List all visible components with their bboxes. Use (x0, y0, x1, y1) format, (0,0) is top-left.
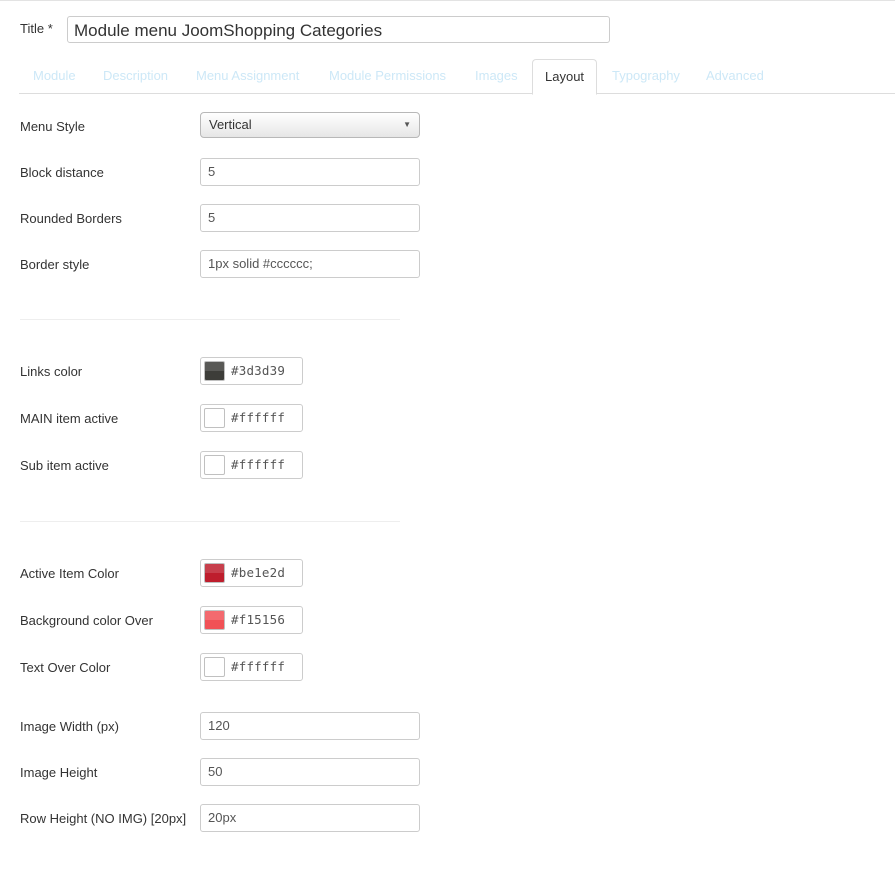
main-item-active-label: MAIN item active (20, 411, 119, 426)
divider (20, 521, 400, 522)
links-color-picker[interactable]: #3d3d39 (200, 357, 303, 385)
color-swatch[interactable] (204, 657, 225, 677)
menu-style-value: Vertical (209, 117, 252, 132)
color-swatch[interactable] (204, 455, 225, 475)
image-height-label: Image Height (20, 765, 98, 780)
image-width-label: Image Width (px) (20, 719, 119, 734)
color-swatch[interactable] (204, 563, 225, 583)
main-item-active-picker[interactable]: #ffffff (200, 404, 303, 432)
block-distance-label: Block distance (20, 165, 104, 180)
color-value: #ffffff (231, 410, 286, 425)
menu-style-label: Menu Style (20, 119, 86, 134)
tab-module[interactable]: Module (19, 59, 90, 94)
color-value: #f15156 (231, 612, 286, 627)
row-height-label: Row Height (NO IMG) [20px] (20, 811, 187, 826)
rounded-borders-label: Rounded Borders (20, 211, 122, 226)
menu-style-select[interactable]: Vertical ▼ (200, 112, 420, 138)
title-input[interactable]: Module menu JoomShopping Categories (67, 16, 610, 43)
caret-down-icon: ▼ (403, 120, 411, 129)
color-swatch[interactable] (204, 408, 225, 428)
block-distance-input[interactable]: 5 (200, 158, 420, 186)
active-item-color-picker[interactable]: #be1e2d (200, 559, 303, 587)
background-color-over-label: Background color Over (20, 613, 153, 628)
color-value: #be1e2d (231, 565, 286, 580)
color-value: #3d3d39 (231, 363, 286, 378)
rounded-borders-input[interactable]: 5 (200, 204, 420, 232)
image-height-input[interactable]: 50 (200, 758, 420, 786)
color-value: #ffffff (231, 659, 286, 674)
tab-advanced[interactable]: Advanced (692, 59, 778, 94)
tab-typography[interactable]: Typography (598, 59, 694, 94)
tab-module-permissions[interactable]: Module Permissions (315, 59, 460, 94)
border-style-label: Border style (20, 257, 90, 272)
tab-layout[interactable]: Layout (532, 59, 598, 95)
tab-description[interactable]: Description (89, 59, 182, 94)
color-swatch[interactable] (204, 361, 225, 381)
sub-item-active-picker[interactable]: #ffffff (200, 451, 303, 479)
background-color-over-picker[interactable]: #f15156 (200, 606, 303, 634)
divider (20, 319, 400, 320)
color-value: #ffffff (231, 457, 286, 472)
tab-bar: Module Description Menu Assignment Modul… (19, 59, 895, 95)
top-border (0, 0, 895, 1)
sub-item-active-label: Sub item active (20, 458, 109, 473)
image-width-input[interactable]: 120 (200, 712, 420, 740)
text-over-color-picker[interactable]: #ffffff (200, 653, 303, 681)
links-color-label: Links color (20, 364, 83, 379)
active-item-color-label: Active Item Color (20, 566, 119, 581)
row-height-input[interactable]: 20px (200, 804, 420, 832)
border-style-input[interactable]: 1px solid #cccccc; (200, 250, 420, 278)
tab-images[interactable]: Images (461, 59, 532, 94)
title-label: Title * (20, 21, 53, 36)
color-swatch[interactable] (204, 610, 225, 630)
text-over-color-label: Text Over Color (20, 660, 111, 675)
tab-menu-assignment[interactable]: Menu Assignment (182, 59, 313, 94)
